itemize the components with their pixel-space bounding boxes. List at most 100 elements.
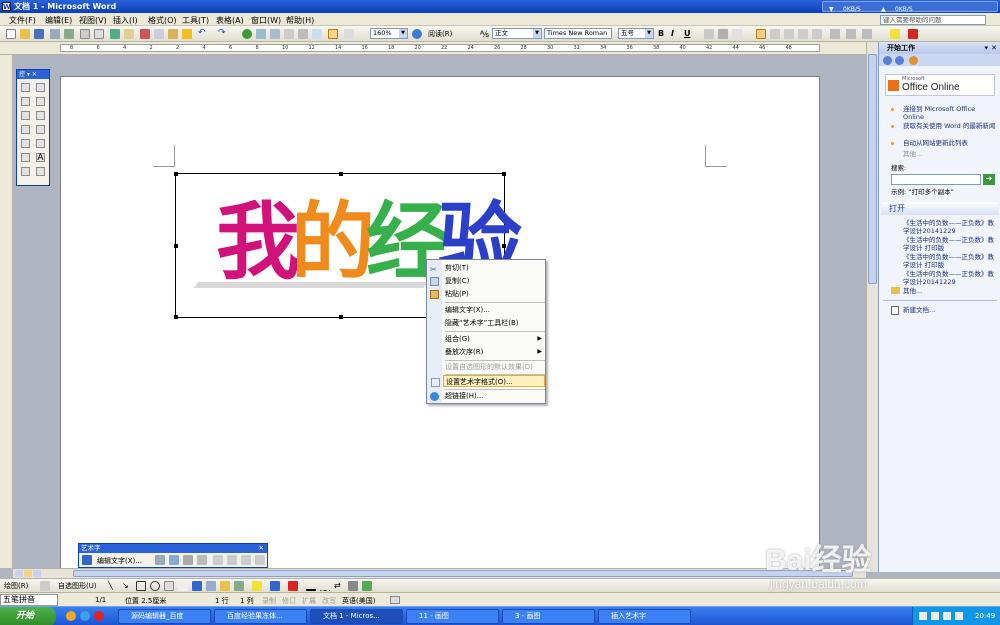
line-style-icon[interactable] [306, 581, 316, 591]
undo-icon[interactable]: ↶ [198, 29, 208, 39]
ie-icon[interactable] [80, 611, 90, 621]
shadow-style-icon[interactable] [348, 581, 358, 591]
char-shading-icon[interactable] [718, 29, 728, 39]
resize-handle[interactable] [339, 315, 343, 319]
menu-item-hyperlink[interactable]: 超链接(H)... [430, 390, 545, 402]
menu-format[interactable]: 格式(O) [148, 15, 177, 26]
fill-color-icon[interactable] [252, 581, 262, 591]
indent-icon[interactable] [862, 29, 872, 39]
char-scale-icon[interactable] [732, 29, 742, 39]
normal-view-icon[interactable] [15, 570, 23, 577]
recent-file-4[interactable]: 《生活中的负数——正负数》教学设计20141229 [903, 270, 999, 286]
draw-menu-button[interactable]: 绘图(R) [4, 581, 28, 591]
menu-file[interactable]: 文件(F) [9, 15, 36, 26]
listbox-tool-icon[interactable] [36, 125, 45, 134]
office-online-logo[interactable]: Microsoft Office Online [885, 74, 995, 96]
open-more-files[interactable]: 其他... [903, 287, 922, 295]
redo-icon[interactable]: ↷ [218, 29, 228, 39]
scroll-thumb[interactable] [868, 54, 877, 284]
underline-button[interactable]: U [684, 29, 691, 38]
floating-toolbar-title[interactable]: 控 ▾ ✕ [17, 70, 49, 79]
vertical-text-icon[interactable] [227, 555, 237, 565]
mode-extend[interactable]: 扩展 [302, 596, 316, 606]
menu-item-cut[interactable]: ✂ 剪切(T) [430, 262, 545, 274]
textbox-icon[interactable] [164, 581, 174, 591]
insert-wordart-icon[interactable] [82, 555, 92, 565]
columns-icon[interactable] [298, 29, 308, 39]
horizontal-scrollbar[interactable] [13, 568, 866, 578]
outline-view-icon[interactable] [33, 570, 41, 577]
menu-item-group[interactable]: 组合(G) ▶ [443, 333, 545, 345]
cut-icon[interactable] [140, 29, 150, 39]
open-icon[interactable] [20, 29, 30, 39]
task-paint-1[interactable]: 11 - 画图 [406, 609, 499, 624]
textbox-tool-icon[interactable] [21, 111, 30, 120]
print-layout-icon[interactable] [24, 570, 32, 577]
help-search-input[interactable]: 键入需要帮助的问题 [880, 15, 986, 25]
option-button-icon[interactable] [21, 125, 30, 134]
toggle-button-icon[interactable] [36, 139, 45, 148]
wordart-toolbar-title[interactable]: 艺术字 ✕ [79, 544, 267, 553]
view-code-icon[interactable] [21, 97, 30, 106]
image-tool-icon[interactable] [21, 167, 30, 176]
document-map-icon[interactable] [328, 29, 338, 39]
resize-handle[interactable] [174, 244, 178, 248]
zoom-combo[interactable]: 160% ▼ [370, 28, 408, 39]
menu-help[interactable]: 帮助(H) [286, 15, 314, 26]
styles-pane-icon[interactable]: ⅍ [480, 29, 489, 40]
edit-text-button[interactable]: 编辑文字(X)... [97, 556, 142, 566]
back-icon[interactable] [883, 56, 892, 65]
task-browser-2[interactable]: 百度经验果冻体... [214, 609, 307, 624]
help-icon[interactable] [412, 29, 422, 39]
vertical-ruler[interactable] [0, 55, 13, 568]
paste-icon[interactable] [168, 29, 178, 39]
select-objects-icon[interactable] [40, 581, 50, 591]
home-icon[interactable] [909, 56, 918, 65]
resize-handle[interactable] [339, 172, 343, 176]
resize-handle[interactable] [174, 172, 178, 176]
permission-icon[interactable] [50, 29, 60, 39]
dash-style-icon[interactable] [320, 581, 330, 591]
task-browser-1[interactable]: 源码编辑器_百度 [118, 609, 211, 624]
justify-icon[interactable] [798, 29, 808, 39]
text-wrapping-icon[interactable] [197, 555, 207, 565]
arrow-style-icon[interactable]: ⇄ [334, 581, 344, 591]
menu-item-paste[interactable]: 粘贴(P) [430, 288, 545, 300]
tables-borders-icon[interactable] [256, 29, 266, 39]
read-button[interactable]: 阅读(R) [428, 29, 452, 39]
oval-tool-icon[interactable] [150, 581, 160, 591]
spin-button-icon[interactable] [21, 153, 30, 162]
menu-item-edit-text[interactable]: 编辑文字(X)... [443, 304, 545, 316]
menu-insert[interactable]: 插入(I) [113, 15, 138, 26]
print-icon[interactable] [80, 29, 90, 39]
arrow-tool-icon[interactable]: ↘ [122, 581, 132, 591]
bold-button[interactable]: B [658, 29, 664, 38]
save-icon[interactable] [34, 29, 44, 39]
recent-file-1[interactable]: 《生活中的负数——正负数》教学设计20141229 [903, 219, 999, 235]
3d-style-icon[interactable] [362, 581, 372, 591]
chevron-down-icon[interactable]: ▼ [645, 29, 653, 38]
same-letter-heights-icon[interactable] [213, 555, 223, 565]
line-tool-icon[interactable]: ╲ [108, 581, 118, 591]
menu-item-format-wordart[interactable]: 设置艺术字格式(O)... [431, 375, 545, 387]
menu-item-order[interactable]: 叠放次序(R) ▶ [443, 346, 545, 358]
insert-wordart-icon[interactable] [192, 581, 202, 591]
font-color-icon[interactable] [908, 29, 918, 39]
vertical-textbox-icon[interactable] [178, 581, 188, 591]
align-center-icon[interactable] [770, 29, 780, 39]
floating-control-toolbar[interactable]: 控 ▾ ✕ A [16, 69, 50, 186]
picture-icon[interactable] [234, 581, 244, 591]
chevron-down-icon[interactable]: ▼ [533, 29, 541, 38]
horizontal-ruler[interactable]: 8 6 4 2 2 4 6 8 10 12 14 16 18 20 22 24 26 28 30 32 34 36 38 40… [0, 42, 870, 55]
task-paint-2[interactable]: 3 - 画图 [502, 609, 595, 624]
drawing-icon[interactable] [312, 29, 322, 39]
design-mode-icon[interactable] [21, 83, 30, 92]
chevron-down-icon[interactable]: ▼ [399, 29, 407, 38]
close-icon[interactable]: ✕ [991, 42, 997, 54]
link-latest-news[interactable]: 获取有关使用 Word 的最新新闻 [903, 122, 997, 130]
bullets-icon[interactable] [846, 29, 856, 39]
recent-file-2[interactable]: 《生活中的负数——正负数》教学设计 打印版 [903, 236, 999, 252]
wordart-gallery-icon[interactable] [155, 555, 165, 565]
task-word[interactable]: 文档 1 - Micros... [310, 609, 403, 624]
menu-tools[interactable]: 工具(T) [182, 15, 209, 26]
